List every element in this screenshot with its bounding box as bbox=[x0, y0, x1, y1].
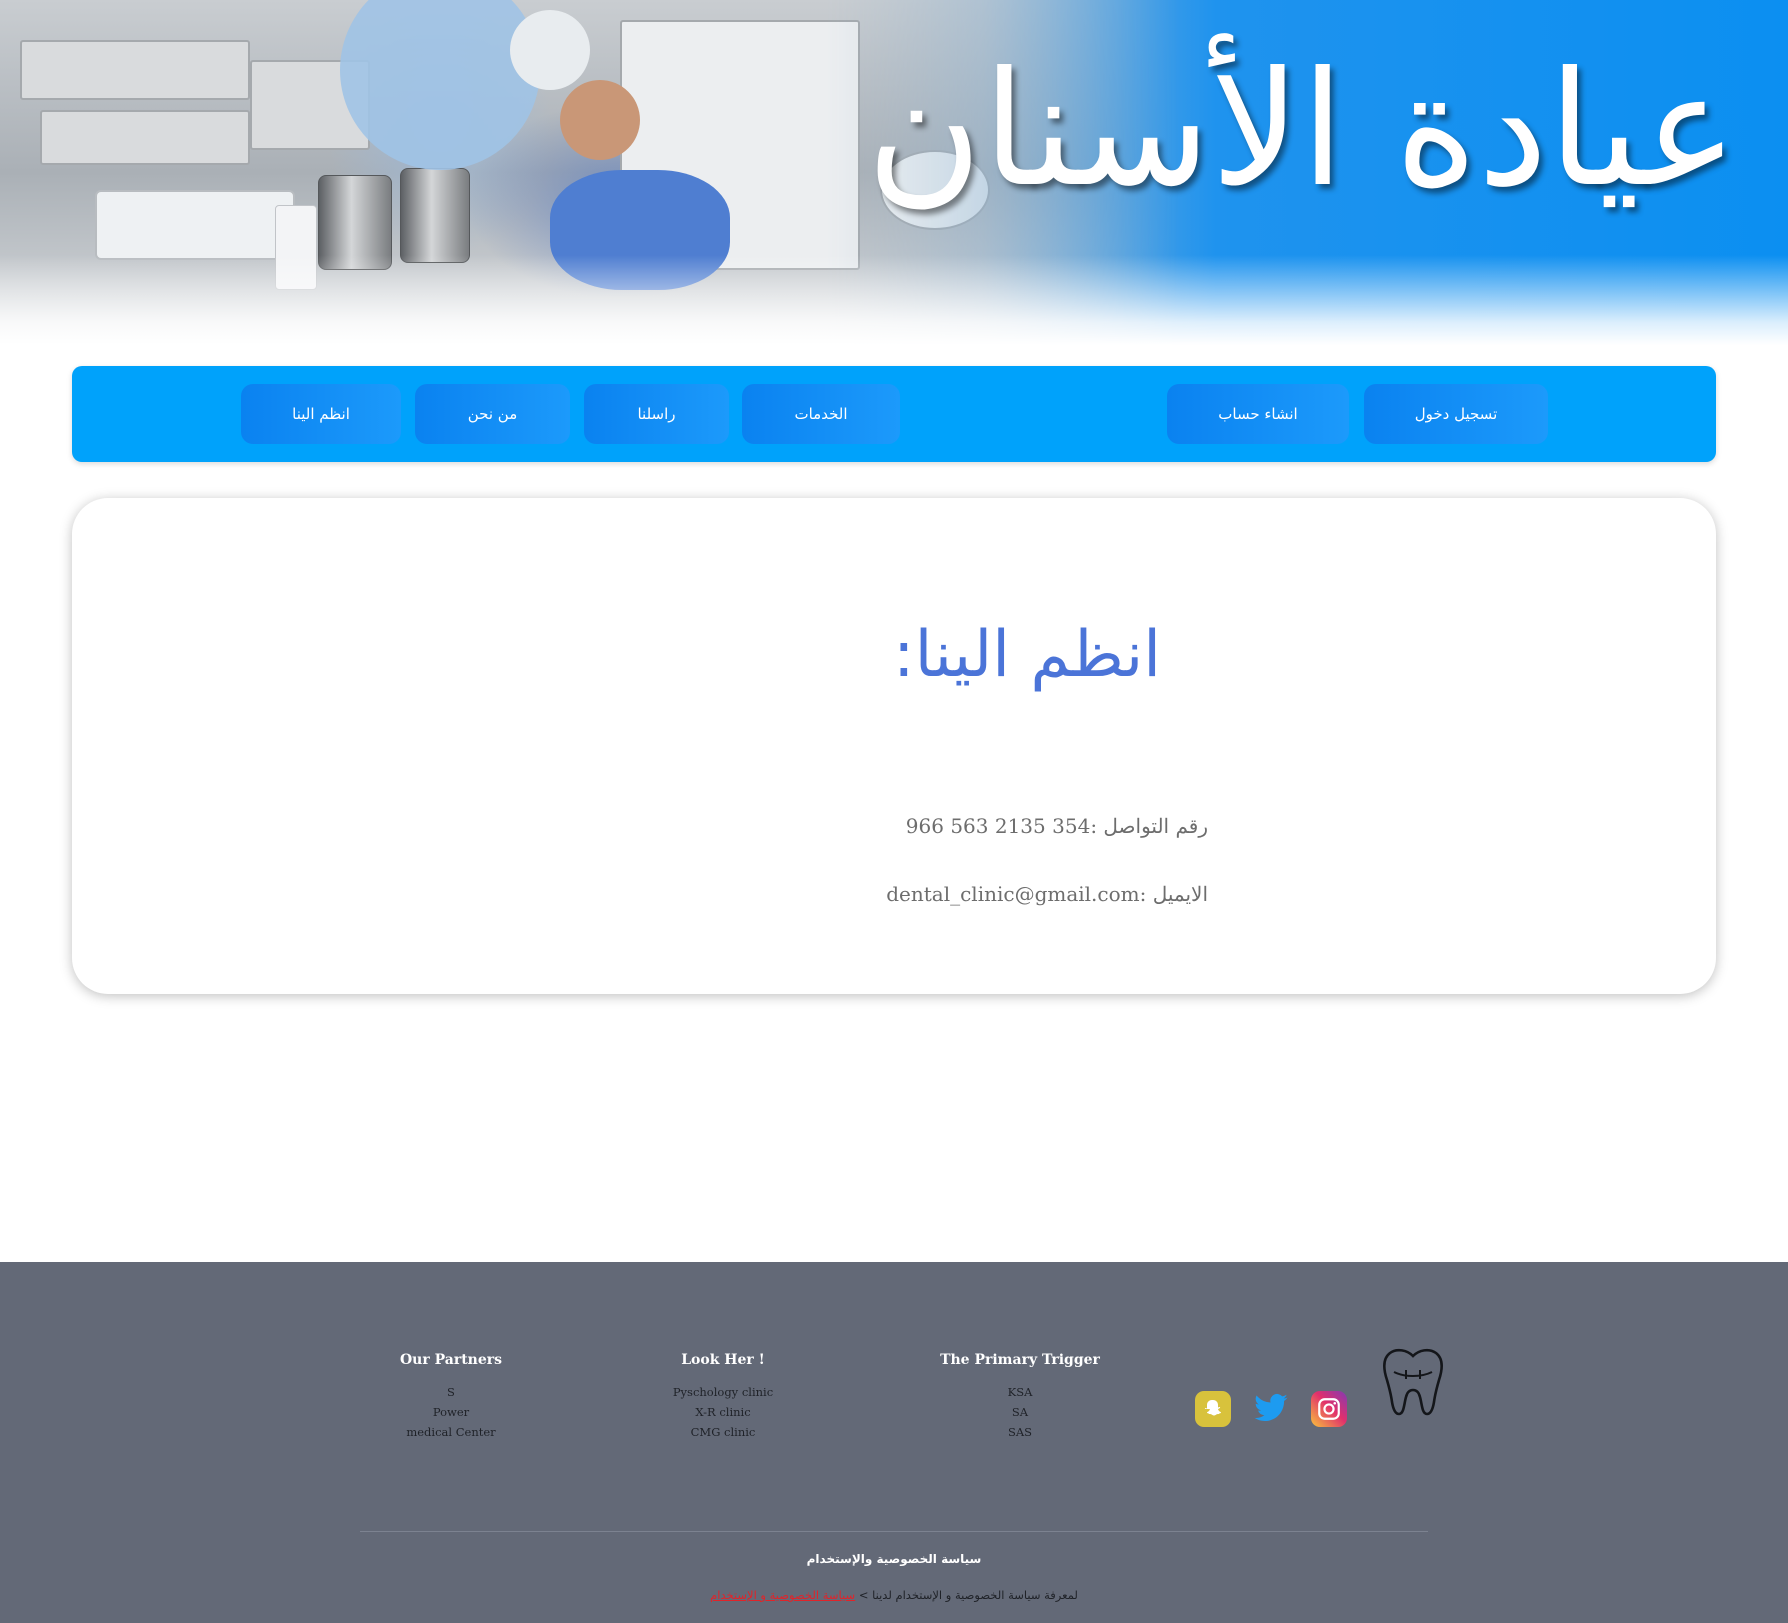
join-us-card: انظم الينا: رقم التواصل :354 2135 563 96… bbox=[72, 498, 1716, 994]
privacy-policy-title: سياسة الخصوصية والإستخدام bbox=[806, 1552, 982, 1566]
footer-primary-trigger: The Primary Trigger KSA SA SAS bbox=[920, 1352, 1120, 1442]
footer-link[interactable]: S bbox=[351, 1382, 551, 1402]
footer-link[interactable]: X-R clinic bbox=[623, 1402, 823, 1422]
privacy-policy-line: لمعرفة سياسة الخصوصية و الإستخدام لدينا … bbox=[0, 1588, 1788, 1602]
header-banner: عيادة الأسنان bbox=[0, 0, 1788, 345]
privacy-policy-link[interactable]: سياسة الخصوصية و الإستخدام bbox=[710, 1588, 855, 1602]
footer-column-title: The Primary Trigger bbox=[940, 1352, 1100, 1368]
contact-email: الايميل :dental_clinic@gmail.com bbox=[886, 882, 1208, 906]
footer-link[interactable]: Power bbox=[351, 1402, 551, 1422]
footer-partners: Our Partners S Power medical Center bbox=[351, 1352, 551, 1442]
footer-link[interactable]: SAS bbox=[920, 1422, 1120, 1442]
page-title: انظم الينا: bbox=[893, 618, 1161, 692]
tooth-icon bbox=[1380, 1346, 1446, 1418]
contact-phone: رقم التواصل :354 2135 563 966 bbox=[905, 814, 1208, 838]
privacy-policy-text: لمعرفة سياسة الخصوصية و الإستخدام لدينا … bbox=[858, 1588, 1078, 1602]
footer-link[interactable]: CMG clinic bbox=[623, 1422, 823, 1442]
clinic-title: عيادة الأسنان bbox=[866, 38, 1738, 222]
nav-about-button[interactable]: من نحن bbox=[415, 384, 570, 444]
nav-join-button[interactable]: انظم الينا bbox=[241, 384, 401, 444]
footer-column-title: Our Partners bbox=[399, 1352, 503, 1368]
twitter-icon[interactable] bbox=[1253, 1391, 1289, 1427]
footer-link[interactable]: KSA bbox=[920, 1382, 1120, 1402]
footer-link[interactable]: medical Center bbox=[351, 1422, 551, 1442]
nav-signup-button[interactable]: انشاء حساب bbox=[1167, 384, 1349, 444]
nav-contact-button[interactable]: راسلنا bbox=[584, 384, 729, 444]
footer-look-here: Look Her ! Pyschology clinic X-R clinic … bbox=[623, 1352, 823, 1442]
instagram-icon[interactable] bbox=[1311, 1391, 1347, 1427]
footer-divider bbox=[360, 1531, 1428, 1532]
nav-login-button[interactable]: تسجيل دخول bbox=[1364, 384, 1548, 444]
snapchat-icon[interactable] bbox=[1195, 1391, 1231, 1427]
footer-column-title: Look Her ! bbox=[681, 1352, 765, 1368]
main-nav: تسجيل دخول انشاء حساب الخدمات راسلنا من … bbox=[72, 366, 1716, 462]
footer-link[interactable]: Pyschology clinic bbox=[623, 1382, 823, 1402]
nav-services-button[interactable]: الخدمات bbox=[742, 384, 900, 444]
site-footer: Our Partners S Power medical Center Look… bbox=[0, 1262, 1788, 1623]
footer-link[interactable]: SA bbox=[920, 1402, 1120, 1422]
